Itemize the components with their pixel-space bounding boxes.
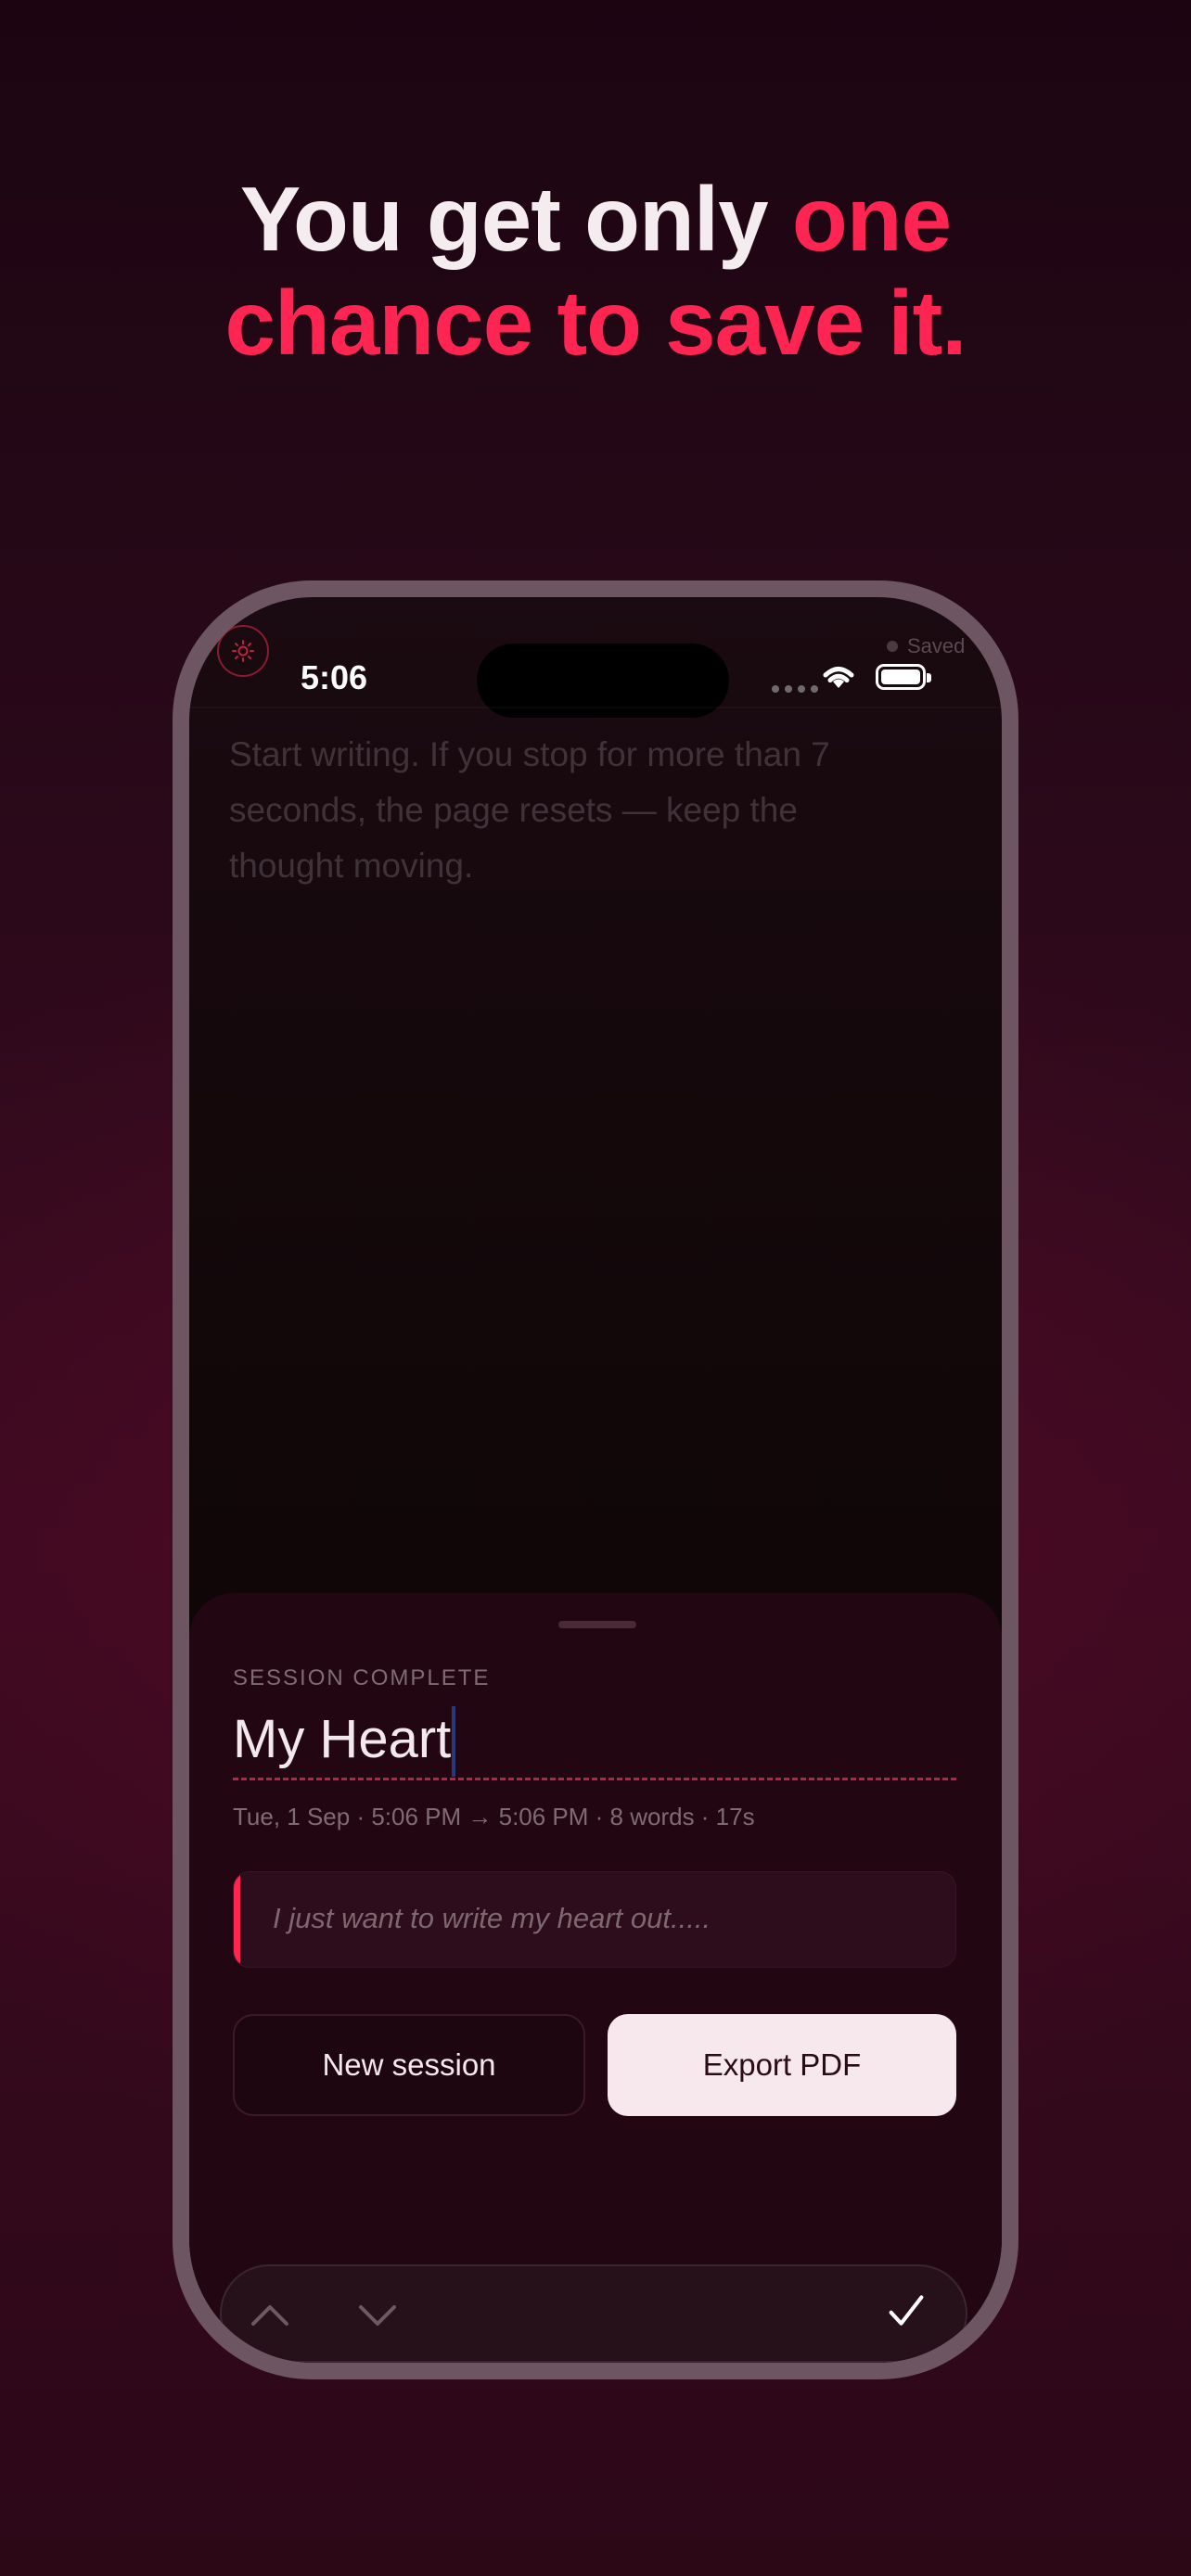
session-title-input[interactable] [233,1706,455,1771]
headline-line-2: chance to save it. [224,272,967,374]
new-session-button[interactable]: New session [233,2014,585,2116]
export-pdf-button[interactable]: Export PDF [608,2014,956,2116]
saved-dot-icon [887,641,898,652]
sun-icon [232,640,254,662]
phone-frame: 5:06 Saved Start writing. If you stop fo… [173,580,1018,2379]
checkmark-icon[interactable] [886,2292,927,2329]
phone-screen: 5:06 Saved Start writing. If you stop fo… [189,597,1002,2363]
session-excerpt: I just want to write my heart out..... [233,1871,956,1968]
session-meta: Tue, 1 Sep · 5:06 PM → 5:06 PM · 8 words… [233,1803,755,1830]
headline: You get only one chance to save it. [0,167,1191,375]
keyboard-accessory-bar [220,2264,967,2363]
excerpt-text: I just want to write my heart out..... [273,1902,711,1934]
battery-icon [876,664,931,690]
headline-white-text: You get only [239,168,769,270]
editor-placeholder[interactable]: Start writing. If you stop for more than… [229,727,916,894]
headline-line-1: You get only one [0,167,1191,271]
sheet-grabber[interactable] [558,1621,636,1628]
saved-indicator: Saved [887,634,965,658]
headline-red-text: one [791,168,952,270]
session-complete-sheet: SESSION COMPLETE Tue, 1 Sep · 5:06 PM → … [189,1593,1002,2363]
excerpt-accent-bar [234,1872,240,1967]
session-title-field[interactable] [233,1706,956,1780]
settings-button[interactable] [217,625,269,677]
toolbar-divider [189,707,1002,708]
cellular-signal-icon [772,685,818,693]
saved-label: Saved [907,634,966,657]
wifi-icon [823,667,854,688]
chevron-down-icon[interactable] [357,2296,398,2333]
status-time: 5:06 [301,658,368,696]
sheet-label: SESSION COMPLETE [233,1665,491,1690]
text-caret [452,1706,455,1777]
chevron-up-icon[interactable] [250,2296,290,2333]
